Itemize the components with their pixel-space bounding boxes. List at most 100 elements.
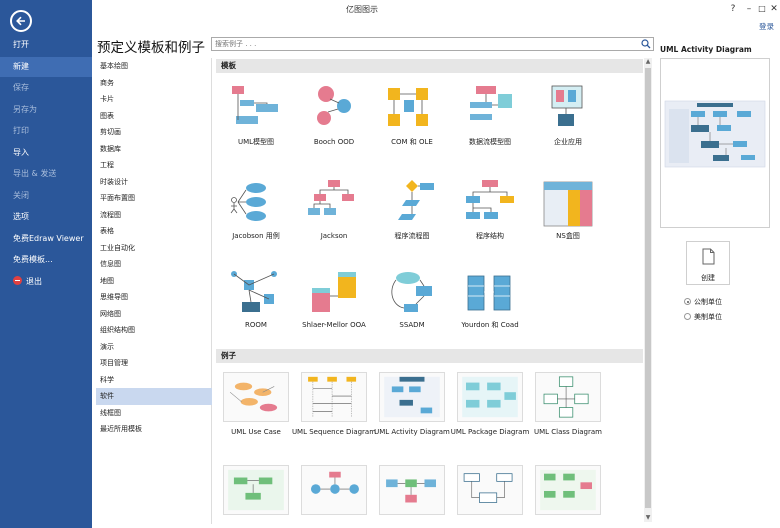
category-item[interactable]: 工业自动化 [96, 240, 212, 257]
nav-options[interactable]: 选项 [0, 207, 92, 227]
template-tile[interactable]: SSADM [372, 266, 452, 361]
category-item[interactable]: 线框图 [96, 405, 212, 422]
category-item[interactable]: 组织结构图 [96, 322, 212, 339]
template-tile[interactable]: 企业应用 [528, 80, 608, 175]
example-tile[interactable]: UML Use Case [216, 372, 296, 447]
nav-print[interactable]: 打印 [0, 121, 92, 141]
shlaer-mellor-thumbnail [312, 272, 356, 312]
template-tile[interactable]: Jacobson 用例 [216, 176, 296, 271]
category-item[interactable]: 最近所用模板 [96, 421, 212, 438]
category-item[interactable]: 流程图 [96, 207, 212, 224]
example-thumbnail [379, 465, 445, 515]
template-tile[interactable]: Jackson [294, 176, 374, 271]
search-input[interactable] [212, 38, 632, 50]
category-item-selected[interactable]: 软件 [96, 388, 212, 405]
template-tile[interactable]: 数据流模型图 [450, 80, 530, 175]
nav-free-templates[interactable]: 免费模板... [0, 250, 92, 270]
category-item[interactable]: 时装设计 [96, 174, 212, 191]
example-thumbnail [457, 465, 523, 515]
category-item[interactable]: 表格 [96, 223, 212, 240]
ns-box-thumbnail [543, 181, 593, 227]
scroll-up-icon[interactable]: ▲ [644, 58, 652, 66]
nav-save[interactable]: 保存 [0, 78, 92, 98]
close-icon[interactable]: ✕ [766, 2, 780, 16]
nav-exit-label: 退出 [26, 277, 42, 286]
template-tile[interactable]: COM 和 OLE [372, 80, 452, 175]
nav-open[interactable]: 打开 [0, 35, 92, 55]
booch-ood-thumbnail [317, 86, 351, 125]
example-thumbnail [535, 465, 601, 515]
room-thumbnail [231, 271, 277, 312]
uml-usecase-example-thumbnail [223, 372, 289, 422]
template-gallery: 模板 UML模型图 Booch OOD COM 和 OLE 数据流模型图 企业应… [213, 58, 643, 522]
category-item[interactable]: 剪切画 [96, 124, 212, 141]
example-tile[interactable] [528, 465, 608, 522]
left-nav: 打开 新建 保存 另存为 打印 导入 导出 & 发送 关闭 选项 免费Edraw… [0, 0, 92, 528]
arrow-left-icon [16, 16, 25, 26]
nav-free-viewer[interactable]: 免费Edraw Viewer [0, 229, 92, 249]
template-label: 企业应用 [554, 138, 582, 146]
templates-section-header: 模板 [216, 59, 643, 73]
back-button[interactable] [10, 10, 32, 32]
us-units-label: 美制单位 [694, 313, 722, 321]
uml-package-example-thumbnail [457, 372, 523, 422]
category-item[interactable]: 平面布置图 [96, 190, 212, 207]
example-tile[interactable] [372, 465, 452, 522]
category-item[interactable]: 地图 [96, 273, 212, 290]
create-label: 创建 [701, 274, 715, 282]
nav-import[interactable]: 导入 [0, 143, 92, 163]
search-box [211, 37, 654, 51]
create-button[interactable]: 创建 [686, 241, 730, 285]
category-item[interactable]: 商务 [96, 75, 212, 92]
template-tile[interactable]: ROOM [216, 266, 296, 361]
example-thumbnail [301, 465, 367, 515]
category-item[interactable]: 演示 [96, 339, 212, 356]
category-item[interactable]: 网络图 [96, 306, 212, 323]
uml-class-example-thumbnail [535, 372, 601, 422]
example-tile[interactable]: UML Package Diagram [450, 372, 530, 447]
scroll-thumb[interactable] [645, 68, 651, 508]
nav-export-send[interactable]: 导出 & 发送 [0, 164, 92, 184]
example-label: UML Class Diagram [534, 428, 602, 436]
nav-new[interactable]: 新建 [0, 57, 92, 77]
category-item[interactable]: 思维导图 [96, 289, 212, 306]
login-link[interactable]: 登录 [759, 21, 774, 32]
example-tile[interactable] [216, 465, 296, 522]
search-icon[interactable] [641, 39, 651, 49]
category-item[interactable]: 工程 [96, 157, 212, 174]
gallery-scrollbar[interactable]: ▲ ▼ [644, 58, 652, 522]
category-item[interactable]: 项目管理 [96, 355, 212, 372]
template-tile[interactable]: NS盒图 [528, 176, 608, 271]
template-tile[interactable]: Yourdon 和 Coad [450, 266, 530, 361]
example-tile[interactable]: UML Activity Diagram [372, 372, 452, 447]
ssadm-thumbnail [391, 272, 432, 312]
category-item[interactable]: 信息图 [96, 256, 212, 273]
radio-icon[interactable] [684, 313, 691, 320]
example-tile[interactable] [450, 465, 530, 522]
radio-selected-icon[interactable] [684, 298, 691, 305]
template-tile[interactable]: 程序结构 [450, 176, 530, 271]
example-tile[interactable]: UML Class Diagram [528, 372, 608, 447]
example-tile[interactable]: UML Sequence Diagram [292, 372, 376, 447]
template-tile[interactable]: Shlaer-Mellor OOA [294, 266, 374, 361]
program-flowchart-thumbnail [398, 180, 434, 220]
example-tile[interactable] [294, 465, 374, 522]
template-tile[interactable]: UML模型图 [216, 80, 296, 175]
category-item[interactable]: 数据库 [96, 141, 212, 158]
metric-units-option[interactable]: 公制单位 [684, 297, 722, 307]
us-units-option[interactable]: 美制单位 [684, 312, 722, 322]
category-item[interactable]: 图表 [96, 108, 212, 125]
nav-close[interactable]: 关闭 [0, 186, 92, 206]
help-icon[interactable]: ? [725, 2, 741, 16]
nav-exit[interactable]: 退出 [0, 272, 92, 292]
template-tile[interactable]: Booch OOD [294, 80, 374, 175]
category-item[interactable]: 基本绘图 [96, 58, 212, 75]
category-item[interactable]: 卡片 [96, 91, 212, 108]
category-item[interactable]: 科学 [96, 372, 212, 389]
template-tile[interactable]: 程序流程图 [372, 176, 452, 271]
new-document-icon [702, 248, 715, 265]
examples-section-header: 例子 [216, 349, 643, 363]
uml-model-thumbnail [232, 86, 278, 124]
nav-save-as[interactable]: 另存为 [0, 100, 92, 120]
scroll-down-icon[interactable]: ▼ [644, 514, 652, 522]
